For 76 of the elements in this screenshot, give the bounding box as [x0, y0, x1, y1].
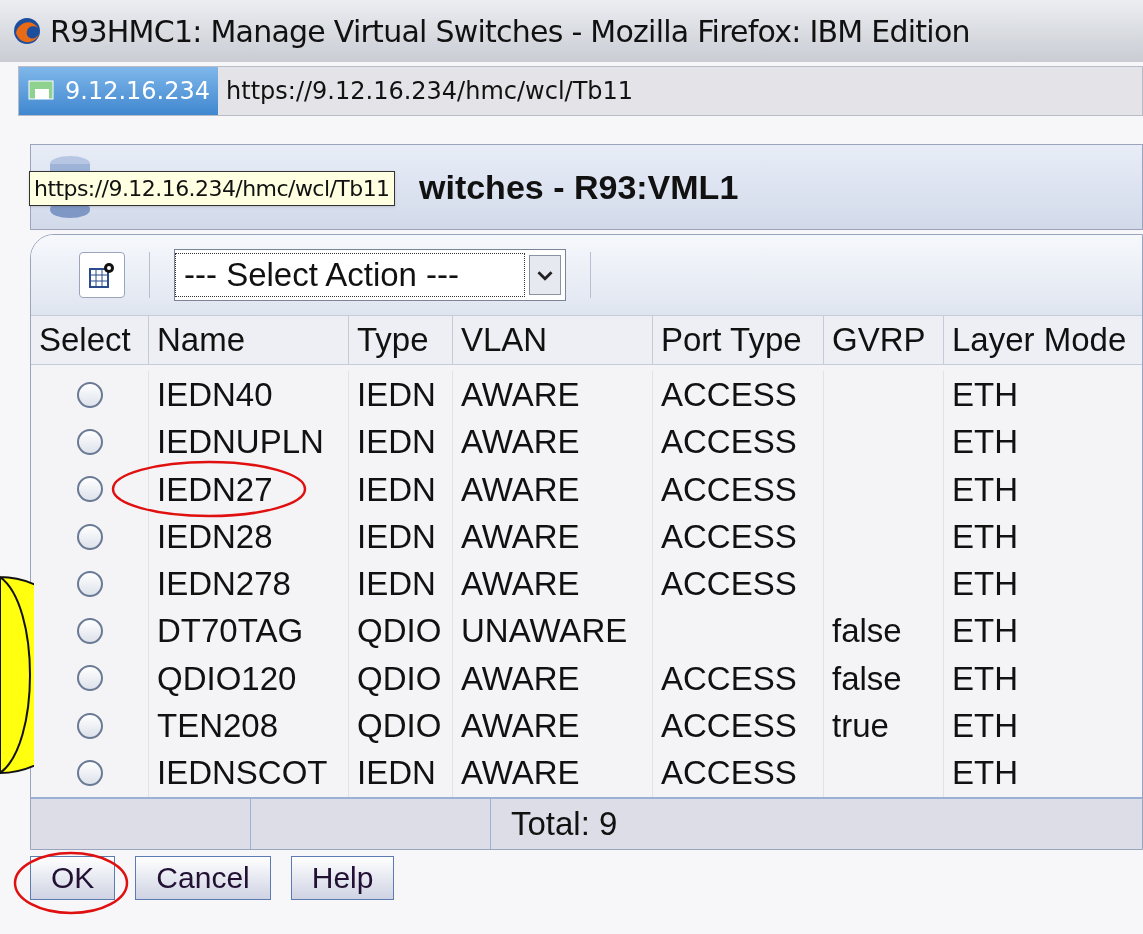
- table-cell-text: ETH: [952, 753, 1018, 794]
- table-cell-text: ETH: [952, 469, 1018, 510]
- table-cell-text: IEDN: [357, 469, 436, 510]
- column-header[interactable]: Select: [31, 316, 149, 364]
- table-cell-text: false: [832, 658, 902, 699]
- table-cell-text: ETH: [952, 516, 1018, 557]
- table-settings-button[interactable]: [79, 252, 125, 298]
- table-cell-text: ETH: [952, 611, 1018, 652]
- table-cell-text: AWARE: [461, 516, 580, 557]
- table-cell-text: ACCESS: [661, 706, 797, 746]
- table-cell-text: ACCESS: [661, 658, 797, 699]
- column-header[interactable]: Type: [349, 316, 453, 364]
- column-header[interactable]: Layer Mode: [944, 316, 1142, 364]
- dialog-button[interactable]: OK: [30, 855, 116, 900]
- table-cell-text: QDIO: [357, 706, 442, 746]
- browser-logo-icon: [12, 16, 42, 46]
- row-radio[interactable]: [76, 381, 103, 408]
- table-cell-text: IEDN: [357, 564, 436, 605]
- table-cell-text: QDIO: [357, 611, 442, 652]
- table-cell-text: TEN208: [157, 706, 279, 746]
- dialog-button[interactable]: Help: [290, 855, 395, 900]
- table-cell-text: ETH: [952, 422, 1018, 463]
- row-radio[interactable]: [76, 760, 103, 786]
- window-title: R93HMC1: Manage Virtual Switches - Mozilla Firefox: IBM Edition: [50, 12, 970, 51]
- table-cell-text: IEDN: [357, 516, 436, 557]
- row-radio[interactable]: [76, 618, 103, 645]
- table-cell-text: IEDN28: [157, 516, 273, 557]
- table-cell-text: QDIO: [357, 658, 442, 699]
- tooltip: https://9.12.16.234/hmc/wcl/Tb11: [29, 171, 395, 206]
- column-header[interactable]: Port Type: [653, 316, 824, 364]
- table-cell-text: ETH: [952, 374, 1018, 415]
- url-field[interactable]: https://9.12.16.234/hmc/wcl/Tb11: [218, 73, 634, 109]
- table-gear-icon: [88, 261, 116, 289]
- table-cell-text: DT70TAG: [157, 611, 304, 652]
- panel-title: witches - R93:VML1: [419, 166, 739, 208]
- table-cell-text: IEDN: [357, 374, 436, 415]
- column-header[interactable]: GVRP: [824, 316, 944, 364]
- table-cell-text: ETH: [952, 564, 1018, 605]
- column-header[interactable]: VLAN: [453, 316, 653, 364]
- row-radio[interactable]: [76, 712, 103, 739]
- row-radio[interactable]: [76, 570, 103, 597]
- dialog-button[interactable]: Cancel: [135, 855, 271, 900]
- row-radio[interactable]: [76, 428, 103, 455]
- row-radio[interactable]: [76, 476, 103, 503]
- row-radio[interactable]: [76, 523, 103, 550]
- table-cell-text: IEDN: [357, 422, 436, 463]
- table-cell-text: IEDN27: [157, 469, 273, 510]
- table-cell-text: UNAWARE: [461, 611, 628, 652]
- table-cell-text: ETH: [952, 658, 1018, 699]
- table-cell-text: ACCESS: [661, 564, 797, 605]
- table-cell-text: ACCESS: [661, 469, 797, 510]
- table-cell-text: IEDNUPLN: [157, 422, 324, 463]
- table-cell-text: IEDN: [357, 753, 436, 794]
- table-cell-text: IEDNSCOT: [157, 753, 328, 794]
- site-icon: [27, 79, 57, 103]
- action-select[interactable]: --- Select Action ---: [174, 249, 566, 301]
- table-cell-text: QDIO120: [157, 658, 297, 699]
- table-cell-text: false: [832, 611, 902, 652]
- table-cell-text: ACCESS: [661, 753, 797, 794]
- table-cell-text: ACCESS: [661, 516, 797, 557]
- table-cell-text: AWARE: [461, 706, 580, 746]
- table-cell-text: AWARE: [461, 469, 580, 510]
- total-count: Total: 9: [510, 803, 618, 844]
- column-header[interactable]: Name: [149, 316, 349, 364]
- row-radio[interactable]: [76, 665, 103, 692]
- table-cell-text: AWARE: [461, 422, 580, 463]
- table-cell-text: AWARE: [461, 658, 580, 699]
- table-cell-text: IEDN278: [157, 564, 291, 605]
- table-cell-text: AWARE: [461, 564, 580, 605]
- table-cell-text: AWARE: [461, 753, 580, 794]
- table-cell-text: AWARE: [461, 374, 580, 415]
- table-cell-text: ETH: [952, 706, 1018, 746]
- table-cell-text: ACCESS: [661, 374, 797, 415]
- table-cell-text: ACCESS: [661, 422, 797, 463]
- table-cell-text: IEDN40: [157, 374, 273, 415]
- table-cell-text: true: [832, 706, 889, 746]
